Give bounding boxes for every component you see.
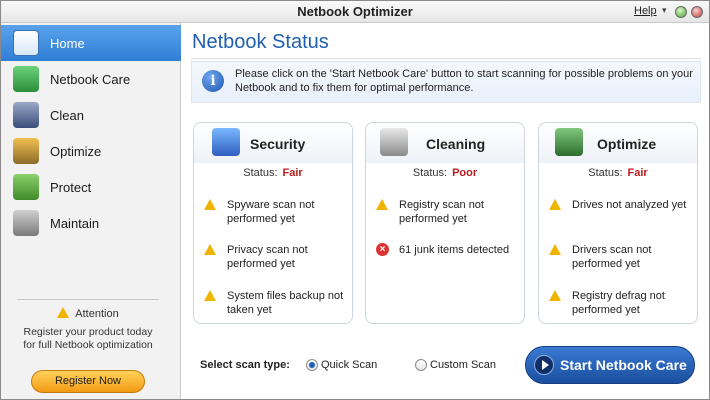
issue-item: × 61 junk items detected: [366, 243, 524, 273]
netbook-care-icon: [13, 66, 39, 92]
window-title: Netbook Optimizer: [297, 4, 413, 19]
info-icon: i: [202, 70, 224, 92]
maintain-icon: [13, 210, 39, 236]
status-value: Fair: [282, 167, 303, 179]
sidebar-item-label: Protect: [50, 180, 92, 195]
sidebar-item-label: Clean: [50, 108, 84, 123]
error-icon: ×: [376, 243, 389, 256]
card-title: Cleaning: [426, 136, 486, 152]
card-title: Optimize: [597, 136, 657, 152]
cleaning-card: Cleaning Status: Poor Registry scan not p…: [365, 122, 525, 324]
warning-icon: [549, 290, 561, 301]
sidebar-item-home[interactable]: Home: [1, 25, 181, 61]
sidebar-item-label: Netbook Care: [50, 72, 131, 87]
optimize-card: Optimize Status: Fair Drives not analyzed…: [538, 122, 698, 324]
page-title: Netbook Status: [192, 31, 329, 53]
attention-message: Register your product today for full Net…: [23, 326, 153, 351]
issue-item: Spyware scan not performed yet: [194, 198, 352, 228]
sidebar-item-label: Home: [50, 36, 85, 51]
start-netbook-care-button[interactable]: Start Netbook Care: [525, 346, 695, 384]
cleaning-brush-icon: [380, 128, 408, 156]
sidebar-item-label: Maintain: [50, 216, 100, 231]
scan-type-label: Select scan type:: [200, 359, 290, 371]
status-line: Status: Poor: [412, 167, 478, 179]
home-icon: [13, 30, 39, 56]
sidebar-item-maintain[interactable]: Maintain: [1, 205, 181, 241]
issue-item: Registry scan not performed yet: [366, 198, 524, 228]
warning-icon: [549, 199, 561, 210]
status-line: Status: Fair: [588, 167, 648, 179]
close-button[interactable]: [691, 6, 703, 18]
optimize-icon: [13, 138, 39, 164]
sidebar-item-optimize[interactable]: Optimize: [1, 133, 181, 169]
app-window: Netbook Optimizer Help ▾ Home Netbook Ca…: [0, 0, 710, 400]
custom-scan-label[interactable]: Custom Scan: [430, 359, 496, 371]
sidebar-item-netbook-care[interactable]: Netbook Care: [1, 61, 181, 97]
sidebar-item-clean[interactable]: Clean: [1, 97, 181, 133]
info-message: Please click on the 'Start Netbook Care'…: [235, 68, 693, 94]
security-shield-icon: [212, 128, 240, 156]
security-card: Security Status: Fair Spyware scan not pe…: [193, 122, 353, 324]
issue-item: Drivers scan not performed yet: [539, 243, 697, 273]
attention-title: Attention: [17, 307, 159, 320]
quick-scan-label[interactable]: Quick Scan: [321, 359, 377, 371]
attention-panel: Attention Register your product today fo…: [17, 299, 159, 397]
status-line: Status: Fair: [243, 167, 303, 179]
warning-icon: [376, 199, 388, 210]
sidebar-item-label: Optimize: [50, 144, 102, 159]
divider: [191, 58, 701, 59]
minimize-button[interactable]: [675, 6, 687, 18]
status-value: Poor: [452, 167, 478, 179]
issue-item: System files backup not taken yet: [194, 289, 352, 319]
warning-icon: [57, 307, 70, 318]
issue-item: Privacy scan not performed yet: [194, 243, 352, 273]
issue-item: Drives not analyzed yet: [539, 198, 697, 228]
issue-item: Registry defrag not performed yet: [539, 289, 697, 319]
clean-icon: [13, 102, 39, 128]
custom-scan-radio[interactable]: [415, 359, 427, 371]
help-menu[interactable]: Help: [634, 5, 657, 17]
warning-icon: [204, 199, 216, 210]
help-dropdown-icon[interactable]: ▾: [662, 5, 667, 16]
sidebar: Home Netbook Care Clean Optimize Protect…: [1, 23, 181, 399]
quick-scan-radio[interactable]: [306, 359, 318, 371]
status-value: Fair: [627, 167, 648, 179]
register-now-button[interactable]: Register Now: [31, 370, 145, 393]
divider: [17, 299, 159, 300]
sidebar-item-protect[interactable]: Protect: [1, 169, 181, 205]
warning-icon: [549, 244, 561, 255]
title-bar: Netbook Optimizer Help ▾: [1, 1, 709, 23]
card-title: Security: [250, 136, 306, 152]
warning-icon: [204, 244, 216, 255]
play-icon: [534, 355, 554, 375]
protect-icon: [13, 174, 39, 200]
optimize-chart-icon: [555, 128, 583, 156]
warning-icon: [204, 290, 216, 301]
